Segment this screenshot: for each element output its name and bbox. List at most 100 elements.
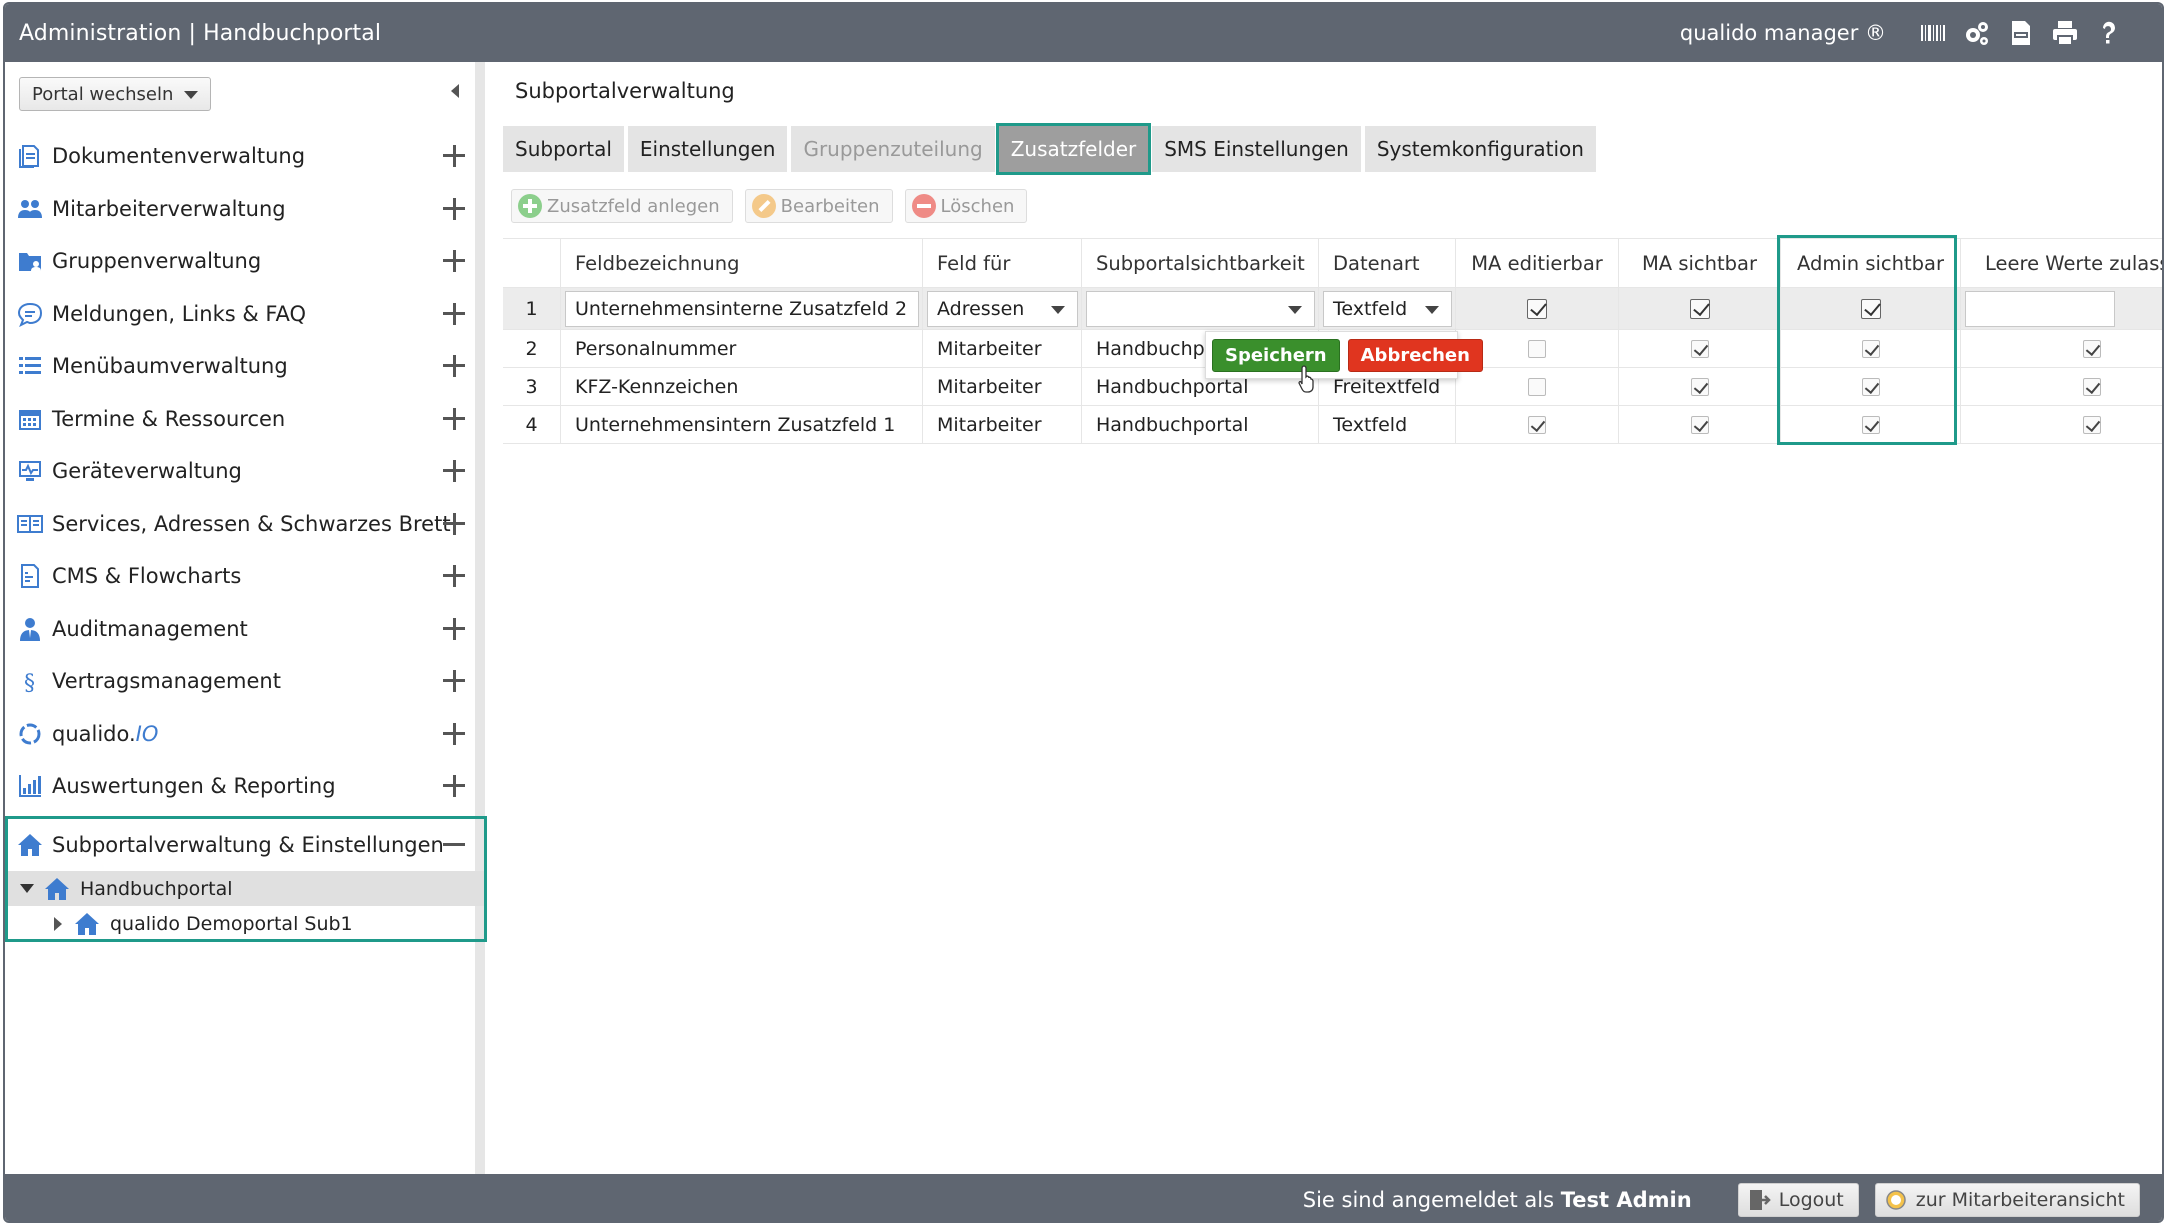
gears-icon[interactable] [1962,18,1992,48]
expand-plus-icon[interactable] [443,617,465,640]
column-header-ma-sichtbar[interactable]: MA sichtbar [1619,239,1781,287]
tree-item-demoportal-sub1[interactable]: qualido Demoportal Sub1 [8,906,484,941]
barcode-icon[interactable] [1918,18,1948,48]
sidebar-item-label: Services, Adressen & Schwarzes Brett [52,511,451,536]
sidebar-item-geraete[interactable]: Geräteverwaltung [5,445,475,498]
row-number: 2 [503,330,561,367]
sidebar-item-meldungen[interactable]: Meldungen, Links & FAQ [5,288,475,341]
column-header-datenart[interactable]: Datenart [1319,239,1456,287]
expand-plus-icon[interactable] [443,670,465,692]
collapse-minus-icon[interactable] [443,834,465,856]
employee-view-button[interactable]: zur Mitarbeiteransicht [1874,1182,2140,1217]
leere-werte-input[interactable] [1965,290,2115,327]
tab-systemkonfiguration[interactable]: Systemkonfiguration [1364,126,1596,172]
expand-plus-icon[interactable] [443,407,465,430]
sidebar-item-dokumentenverwaltung[interactable]: Dokumentenverwaltung [5,130,475,183]
calendar-icon [15,404,45,434]
xlsx-export-icon[interactable] [2006,18,2036,48]
column-header-feldbezeichnung[interactable]: Feldbezeichnung [561,239,923,287]
add-field-button[interactable]: Zusatzfeld anlegen [511,189,733,223]
feld-fuer-select[interactable]: Adressen [927,290,1078,327]
ma-sichtbar-checkbox[interactable] [1690,339,1709,358]
ma-editierbar-checkbox[interactable] [1528,415,1546,434]
table-row[interactable]: 4 Unternehmensintern Zusatzfeld 1 Mitarb… [503,406,2162,444]
admin-sichtbar-checkbox[interactable] [1861,377,1880,396]
sidebar-item-vertrag[interactable]: § Vertragsmanagement [5,655,475,708]
remove-icon [911,194,936,218]
datenart-select[interactable]: Textfeld [1323,290,1452,327]
caret-right-icon[interactable] [54,916,62,931]
expand-plus-icon[interactable] [443,145,465,167]
cell-feldbezeichnung: KFZ-Kennzeichen [561,368,923,405]
sidebar-item-cms[interactable]: CMS & Flowcharts [5,550,475,603]
tab-sms-einstellungen[interactable]: SMS Einstellungen [1152,126,1361,172]
help-icon[interactable] [2094,18,2124,48]
chevron-down-icon [1051,305,1065,314]
leere-werte-checkbox[interactable] [2083,339,2101,358]
logout-door-icon [1749,1189,1771,1210]
admin-sichtbar-checkbox[interactable] [1861,339,1880,358]
tab-gruppenzuteilung[interactable]: Gruppenzuteilung [791,126,995,172]
expand-plus-icon[interactable] [443,460,465,482]
cell-feldbezeichnung: Unternehmensintern Zusatzfeld 1 [561,406,923,443]
expand-plus-icon[interactable] [443,355,465,377]
ma-sichtbar-checkbox[interactable] [1690,377,1709,396]
expand-plus-icon[interactable] [443,565,465,587]
table-row-editing[interactable]: 1 Unternehmensinterne Zusatzfeld 2 Adres… [503,288,2162,330]
sidebar-item-audit[interactable]: Auditmanagement [5,603,475,656]
printer-icon[interactable] [2050,18,2080,48]
sidebar-item-gruppenverwaltung[interactable]: Gruppenverwaltung [5,235,475,288]
home-icon [15,830,45,860]
admin-sichtbar-checkbox[interactable] [1860,298,1881,319]
ma-editierbar-checkbox[interactable] [1528,339,1546,358]
column-header-ma-editierbar[interactable]: MA editierbar [1456,239,1619,287]
leere-werte-checkbox[interactable] [2083,377,2101,396]
edit-button[interactable]: Bearbeiten [744,189,893,223]
tab-subportal[interactable]: Subportal [503,126,624,172]
ma-sichtbar-checkbox[interactable] [1689,298,1710,319]
hand-cursor-icon [1298,365,1314,393]
portal-switch-select[interactable]: Portal wechseln [19,77,211,111]
column-header-leere-werte[interactable]: Leere Werte zulassen [1961,239,2162,287]
cell-subportal: Handbuchportal [1082,406,1319,443]
subportal-select[interactable] [1086,290,1315,327]
ma-sichtbar-checkbox[interactable] [1690,415,1709,434]
sidebar-item-mitarbeiterverwaltung[interactable]: Mitarbeiterverwaltung [5,183,475,236]
leere-werte-checkbox[interactable] [2083,415,2101,434]
logout-button[interactable]: Logout [1737,1182,1859,1217]
sidebar-item-services[interactable]: Services, Adressen & Schwarzes Brett [5,498,475,551]
sidebar-item-label: qualido.IO [52,721,159,746]
expand-plus-icon[interactable] [443,775,465,797]
sidebar-item-qualido-io[interactable]: qualido.IO [5,708,475,761]
column-header-feld-fuer[interactable]: Feld für [923,239,1082,287]
sidebar-item-subportalverwaltung[interactable]: Subportalverwaltung & Einstellungen [8,819,484,871]
collapse-sidebar-icon[interactable] [451,84,459,98]
edit-label: Bearbeiten [780,195,880,217]
save-button[interactable]: Speichern [1212,338,1340,372]
sidebar-item-auswertungen[interactable]: Auswertungen & Reporting [5,760,475,813]
feldbezeichnung-input[interactable]: Unternehmensinterne Zusatzfeld 2 [565,290,919,327]
expand-plus-icon[interactable] [443,197,465,220]
column-header-admin-sichtbar[interactable]: Admin sichtbar [1781,239,1961,287]
tree-item-label: qualido Demoportal Sub1 [110,912,353,935]
ma-editierbar-checkbox[interactable] [1528,377,1546,396]
column-header-subportalsichtbarkeit[interactable]: Subportalsichtbarkeit [1082,239,1319,287]
admin-sichtbar-checkbox[interactable] [1861,415,1880,434]
delete-button[interactable]: Löschen [904,189,1028,223]
expand-plus-icon[interactable] [443,512,465,535]
expand-plus-icon[interactable] [443,302,465,325]
row-number: 4 [503,406,561,443]
sidebar-item-termine[interactable]: Termine & Ressourcen [5,393,475,446]
cell-leere-werte [1961,406,2162,443]
sidebar-item-menuebaum[interactable]: Menübaumverwaltung [5,340,475,393]
cancel-button[interactable]: Abbrechen [1347,338,1483,372]
tree-item-handbuchportal[interactable]: Handbuchportal [8,871,484,906]
datenart-value: Textfeld [1333,297,1408,320]
expand-plus-icon[interactable] [443,250,465,272]
ma-editierbar-checkbox[interactable] [1527,298,1547,319]
expand-plus-icon[interactable] [443,722,465,745]
caret-down-icon[interactable] [20,884,34,893]
cell-feldbezeichnung: Personalnummer [561,330,923,367]
tab-zusatzfelder[interactable]: Zusatzfelder [995,123,1152,175]
tab-einstellungen[interactable]: Einstellungen [627,126,788,172]
